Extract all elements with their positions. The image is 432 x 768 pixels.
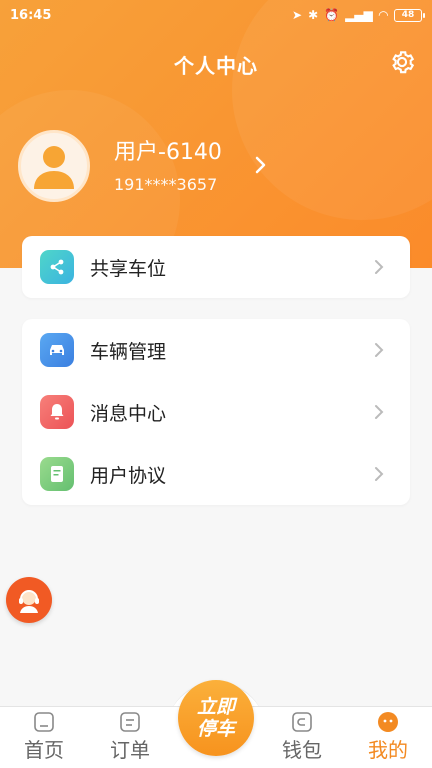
menu-card-primary: 共享车位 bbox=[22, 236, 410, 298]
chevron-right-icon bbox=[255, 156, 266, 174]
battery-icon: 48 bbox=[394, 8, 425, 22]
user-profile[interactable]: 用户-6140 191****3657 bbox=[18, 130, 414, 202]
status-time: 16:45 bbox=[10, 7, 52, 23]
user-phone: 191****3657 bbox=[114, 174, 218, 194]
signal-icon: ▂▄▆ bbox=[345, 8, 373, 22]
nav-wallet[interactable]: 钱包 bbox=[266, 711, 338, 768]
nav-label: 订单 bbox=[110, 738, 150, 762]
nav-label: 首页 bbox=[24, 738, 64, 762]
nav-mine[interactable]: 我的 bbox=[352, 711, 424, 768]
menu-item-label: 车辆管理 bbox=[90, 340, 167, 363]
gear-icon[interactable] bbox=[388, 48, 416, 76]
menu-card-secondary: 车辆管理 消息中心 用户协议 bbox=[22, 319, 410, 505]
customer-service-button[interactable] bbox=[6, 577, 52, 623]
share-icon bbox=[40, 250, 74, 284]
menu-item-label: 消息中心 bbox=[90, 402, 167, 425]
menu-item-label: 用户协议 bbox=[90, 464, 167, 487]
chevron-right-icon bbox=[375, 260, 384, 274]
nav-label: 钱包 bbox=[282, 738, 322, 762]
avatar bbox=[18, 130, 90, 202]
location-icon: ➤ bbox=[292, 8, 303, 22]
menu-item-vehicle-management[interactable]: 车辆管理 bbox=[22, 319, 410, 381]
wifi-icon: ◠ bbox=[378, 8, 388, 22]
chevron-right-icon bbox=[375, 343, 384, 357]
user-icon bbox=[34, 146, 74, 189]
car-icon bbox=[40, 333, 74, 367]
profile-header: 个人中心 用户-6140 191****3657 bbox=[0, 0, 432, 268]
document-icon bbox=[40, 457, 74, 491]
alarm-off-icon: ⏰ bbox=[324, 8, 340, 22]
mine-icon bbox=[378, 712, 398, 732]
home-icon bbox=[34, 712, 54, 732]
park-now-label-line2: 停车 bbox=[196, 718, 235, 740]
bluetooth-icon: ✱ bbox=[308, 8, 319, 22]
park-now-button[interactable]: 立即 停车 bbox=[178, 680, 254, 756]
bell-icon bbox=[40, 395, 74, 429]
nav-orders[interactable]: 订单 bbox=[94, 711, 166, 768]
menu-item-label: 共享车位 bbox=[90, 257, 167, 280]
chevron-right-icon bbox=[375, 405, 384, 419]
park-now-label-line1: 立即 bbox=[196, 696, 235, 718]
wallet-icon bbox=[292, 712, 312, 732]
nav-label: 我的 bbox=[368, 738, 408, 762]
headset-icon bbox=[19, 590, 39, 613]
menu-item-share-parking[interactable]: 共享车位 bbox=[22, 236, 410, 298]
page-title: 个人中心 bbox=[174, 54, 258, 78]
orders-icon bbox=[120, 712, 140, 732]
user-name: 用户-6140 bbox=[114, 139, 222, 165]
menu-item-user-agreement[interactable]: 用户协议 bbox=[22, 443, 410, 505]
nav-home[interactable]: 首页 bbox=[8, 711, 80, 768]
menu-item-message-center[interactable]: 消息中心 bbox=[22, 381, 410, 443]
status-bar: 16:45 ➤ ✱ ⏰ ▂▄▆ ◠ 48 bbox=[0, 0, 432, 30]
chevron-right-icon bbox=[375, 467, 384, 481]
